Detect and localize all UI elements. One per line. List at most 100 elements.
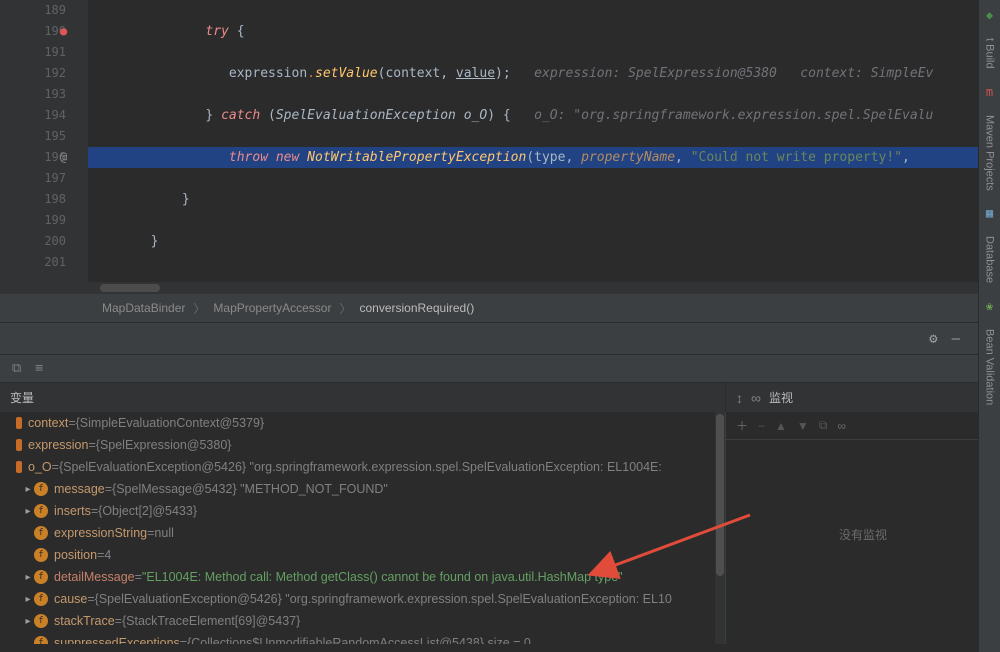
minimize-icon[interactable]: — <box>952 331 960 347</box>
equals-sign: = <box>52 460 59 474</box>
equals-sign: = <box>180 636 187 644</box>
debug-body: context = {SimpleEvaluationContext@5379}… <box>0 412 1000 644</box>
field-icon: f <box>34 614 48 628</box>
up-icon[interactable]: ▲ <box>775 419 787 433</box>
glasses-icon[interactable]: ∞ <box>837 419 846 433</box>
variable-row[interactable]: ▸fcause = {SpelEvaluationException@5426}… <box>0 588 725 610</box>
breadcrumb-item[interactable]: conversionRequired() <box>355 301 478 315</box>
expand-arrow-icon[interactable]: ▸ <box>22 594 34 605</box>
bean-icon[interactable]: ❀ <box>986 299 993 313</box>
dock-bean-label[interactable]: Bean Validation <box>984 329 996 405</box>
variable-value: {SpelMessage@5432} "METHOD_NOT_FOUND" <box>112 482 388 496</box>
glasses-icon: ∞ <box>751 390 761 406</box>
vertical-scrollbar[interactable] <box>715 412 725 644</box>
variable-name: expressionString <box>54 526 147 540</box>
variable-value: {Object[2]@5433} <box>98 504 197 518</box>
line-number: 196@ <box>0 147 66 168</box>
dock-database-label[interactable]: Database <box>984 236 996 283</box>
variable-name: message <box>54 482 105 496</box>
equals-sign: = <box>91 504 98 518</box>
dock-maven-label[interactable]: Maven Projects <box>984 115 996 191</box>
variable-value: {SpelEvaluationException@5426} "org.spri… <box>59 460 662 474</box>
gear-icon[interactable]: ⚙ <box>929 331 937 347</box>
breakpoint-icon[interactable]: ● <box>60 21 67 42</box>
database-icon[interactable]: ▦ <box>986 206 993 220</box>
variable-name: stackTrace <box>54 614 115 628</box>
line-number: 190● <box>0 21 66 42</box>
add-watch-icon[interactable]: ＋ <box>736 417 748 434</box>
maven-icon[interactable]: m <box>986 85 993 99</box>
variable-value: "EL1004E: Method call: Method getClass()… <box>142 570 623 584</box>
line-number: 195 <box>0 126 66 147</box>
variable-row[interactable]: f suppressedExceptions = {Collections$Unm… <box>0 632 725 644</box>
variable-name: suppressedExceptions <box>54 636 180 644</box>
variable-row[interactable]: context = {SimpleEvaluationContext@5379} <box>0 412 725 434</box>
remove-watch-icon[interactable]: − <box>758 419 765 433</box>
expand-arrow-icon[interactable]: ▸ <box>22 506 34 517</box>
restore-layout-icon[interactable]: ⧉ <box>12 361 21 376</box>
variable-row[interactable]: o_O = {SpelEvaluationException@5426} "or… <box>0 456 725 478</box>
variables-pane[interactable]: context = {SimpleEvaluationContext@5379}… <box>0 412 725 644</box>
variable-row[interactable]: fposition = 4 <box>0 544 725 566</box>
variable-row[interactable]: fexpressionString = null <box>0 522 725 544</box>
field-icon: f <box>34 482 48 496</box>
variable-row[interactable]: ▸f inserts = {Object[2]@5433} <box>0 500 725 522</box>
line-number: 200 <box>0 231 66 252</box>
line-number: 194 <box>0 105 66 126</box>
horizontal-scrollbar[interactable] <box>0 282 1000 294</box>
line-number: 198 <box>0 189 66 210</box>
variable-name: o_O <box>28 460 52 474</box>
field-bar-icon <box>16 439 22 451</box>
chevron-right-icon: 〉 <box>335 300 355 317</box>
expand-arrow-icon[interactable]: ▸ <box>22 616 34 627</box>
variable-value: {SpelEvaluationException@5426} "org.spri… <box>95 592 672 606</box>
debug-header-row: 变量 ↕ ∞ 监视 <box>0 382 1000 412</box>
dock-build-label[interactable]: t Build <box>984 38 996 69</box>
field-icon: f <box>34 636 48 644</box>
equals-sign: = <box>135 570 142 584</box>
expand-arrow-icon[interactable]: ▸ <box>22 484 34 495</box>
line-number: 192 <box>0 63 66 84</box>
field-bar-icon <box>16 461 22 473</box>
field-icon: f <box>34 592 48 606</box>
variable-value: null <box>154 526 173 540</box>
variable-name: position <box>54 548 97 562</box>
down-icon[interactable]: ▼ <box>797 419 809 433</box>
chevron-down-icon[interactable]: ↕ <box>736 390 743 406</box>
breadcrumb: MapDataBinder 〉 MapPropertyAccessor 〉 co… <box>0 294 1000 322</box>
variable-value: {SpelExpression@5380} <box>96 438 232 452</box>
variable-value: {Collections$UnmodifiableRandomAccessLis… <box>187 636 531 644</box>
line-number: 191 <box>0 42 66 63</box>
variable-row[interactable]: ▸f detailMessage = "EL1004E: Method call:… <box>0 566 725 588</box>
line-number: 199 <box>0 210 66 231</box>
copy-icon[interactable]: ⧉ <box>819 418 828 433</box>
watches-pane[interactable]: ＋ − ▲ ▼ ⧉ ∞ 没有监视 <box>725 412 1000 644</box>
variables-title: 变量 <box>0 383 725 412</box>
variable-name: context <box>28 416 68 430</box>
chevron-right-icon: 〉 <box>189 300 209 317</box>
variable-name: expression <box>28 438 88 452</box>
variable-name: inserts <box>54 504 91 518</box>
breadcrumb-item[interactable]: MapPropertyAccessor <box>209 301 335 315</box>
scrollbar-thumb[interactable] <box>716 414 724 576</box>
equals-sign: = <box>97 548 104 562</box>
editor-area: 189 190● 191 192 193 194 195 196@ 197 19… <box>0 0 1000 282</box>
watches-empty-text: 没有监视 <box>726 440 1000 543</box>
build-icon[interactable]: ◆ <box>986 8 993 22</box>
breadcrumb-item[interactable]: MapDataBinder <box>98 301 189 315</box>
field-icon: f <box>34 504 48 518</box>
variable-row[interactable]: expression = {SpelExpression@5380} <box>0 434 725 456</box>
override-icon[interactable]: @ <box>60 147 67 168</box>
field-bar-icon <box>16 417 22 429</box>
variable-row[interactable]: ▸fmessage = {SpelMessage@5432} "METHOD_N… <box>0 478 725 500</box>
scrollbar-thumb[interactable] <box>100 284 160 292</box>
code-editor[interactable]: try { expression.setValue(context, value… <box>88 0 1000 282</box>
expand-arrow-icon[interactable]: ▸ <box>22 572 34 583</box>
field-icon: f <box>34 570 48 584</box>
variable-name: detailMessage <box>54 570 135 584</box>
equals-sign: = <box>147 526 154 540</box>
variable-row[interactable]: ▸fstackTrace = {StackTraceElement[69]@54… <box>0 610 725 632</box>
frames-icon[interactable]: ≡ <box>35 361 43 376</box>
line-number: 197 <box>0 168 66 189</box>
line-number: 201 <box>0 252 66 273</box>
